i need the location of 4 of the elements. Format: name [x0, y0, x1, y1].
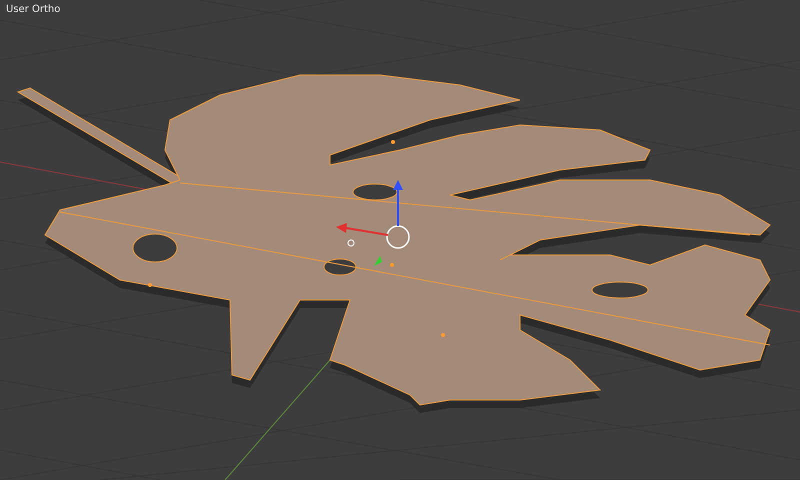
- view-label: User Ortho: [6, 4, 60, 15]
- leaf-model-drawing[interactable]: [16, 74, 771, 413]
- transform-gizmo-drawing[interactable]: [336, 180, 410, 266]
- 3d-viewport[interactable]: User Ortho: [0, 0, 800, 480]
